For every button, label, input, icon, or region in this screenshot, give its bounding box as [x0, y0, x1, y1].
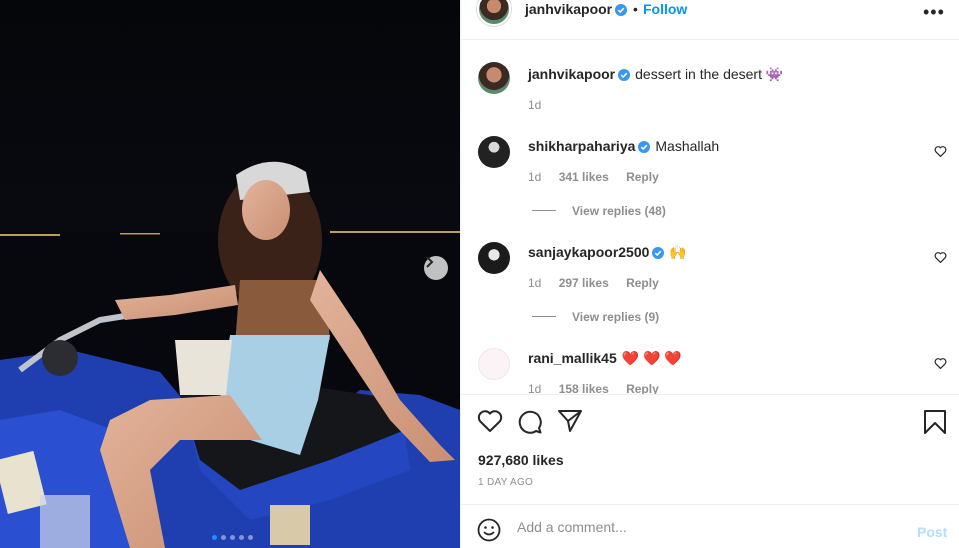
reply-button[interactable]: Reply	[626, 276, 659, 290]
comment-username[interactable]: sanjaykapoor2500	[528, 244, 649, 260]
comment-text: 🙌	[669, 244, 687, 260]
verified-badge-icon	[638, 140, 651, 156]
comment-likes[interactable]: 158 likes	[559, 382, 609, 394]
avatar[interactable]	[478, 242, 510, 274]
comment-age: 1d	[528, 276, 542, 290]
author-username: janhvikapoor	[525, 1, 613, 17]
comment-text: Mashallah	[655, 138, 720, 154]
post-comment-button[interactable]: Post	[917, 524, 947, 540]
comment-input[interactable]	[517, 517, 897, 537]
follow-button[interactable]: Follow	[643, 1, 687, 17]
comment-username[interactable]: rani_mallik45	[528, 350, 617, 366]
comment-line: rani_mallik45 ❤️ ❤️ ❤️	[528, 350, 682, 367]
carousel-dot	[221, 535, 226, 540]
carousel-dot	[239, 535, 244, 540]
view-replies-label: View replies (9)	[572, 310, 660, 324]
comment-line: sanjaykapoor2500 🙌	[528, 244, 687, 262]
separator-dot: •	[633, 1, 638, 17]
avatar[interactable]	[478, 136, 510, 168]
post-header: janhvikapoor • Follow •••	[461, 0, 959, 40]
add-comment-bar: Post	[461, 504, 959, 548]
replies-dash	[532, 316, 556, 317]
heart-outline-icon[interactable]	[934, 250, 947, 268]
caption-meta: 1d	[528, 98, 555, 112]
comment-text: ❤️ ❤️ ❤️	[621, 350, 682, 366]
verified-badge-icon	[652, 246, 665, 262]
post-timestamp[interactable]: 1 DAY AGO	[478, 477, 533, 488]
reply-button[interactable]: Reply	[626, 170, 659, 184]
avatar[interactable]	[477, 0, 511, 26]
caption-age: 1d	[528, 98, 542, 112]
comment-bubble-icon[interactable]	[517, 409, 543, 440]
paper-plane-icon[interactable]	[557, 409, 583, 438]
comment-meta: 1d 158 likes Reply	[528, 382, 673, 394]
comment-age: 1d	[528, 170, 542, 184]
heart-outline-icon[interactable]	[477, 409, 503, 438]
photo-illustration	[0, 0, 460, 548]
caption-text: dessert in the desert 👾	[635, 66, 784, 82]
smiley-icon[interactable]	[477, 518, 501, 547]
bookmark-icon[interactable]	[923, 409, 947, 440]
comment-likes[interactable]: 297 likes	[559, 276, 609, 290]
comment-username[interactable]: shikharpahariya	[528, 138, 635, 154]
carousel-dot	[212, 535, 217, 540]
comments-list[interactable]: janhvikapoor dessert in the desert 👾 1d s…	[461, 40, 959, 394]
caption-line: janhvikapoor dessert in the desert 👾	[528, 66, 783, 84]
post-photo[interactable]	[0, 0, 460, 548]
more-horizontal-icon[interactable]: •••	[923, 2, 945, 23]
avatar[interactable]	[478, 62, 510, 94]
avatar[interactable]	[478, 348, 510, 380]
post-actions: 927,680 likes 1 DAY AGO	[461, 394, 959, 504]
comment-likes[interactable]: 341 likes	[559, 170, 609, 184]
comment-meta: 1d 341 likes Reply	[528, 170, 673, 184]
view-replies-button[interactable]: View replies (48)	[532, 204, 666, 218]
caption-username[interactable]: janhvikapoor	[528, 66, 615, 82]
next-photo-button[interactable]	[424, 256, 448, 280]
carousel-dot	[248, 535, 253, 540]
carousel-dot	[230, 535, 235, 540]
verified-badge-icon	[618, 68, 631, 84]
heart-outline-icon[interactable]	[934, 356, 947, 374]
view-replies-label: View replies (48)	[572, 204, 666, 218]
reply-button[interactable]: Reply	[626, 382, 659, 394]
comment-meta: 1d 297 likes Reply	[528, 276, 673, 290]
replies-dash	[532, 210, 556, 211]
carousel-indicator	[212, 535, 253, 540]
comment-age: 1d	[528, 382, 542, 394]
heart-outline-icon[interactable]	[934, 144, 947, 162]
author-username-link[interactable]: janhvikapoor	[525, 1, 628, 21]
post-details-panel: janhvikapoor • Follow ••• janhvikapoor de…	[460, 0, 959, 548]
verified-badge-icon	[615, 3, 628, 21]
view-replies-button[interactable]: View replies (9)	[532, 310, 659, 324]
likes-count[interactable]: 927,680 likes	[478, 452, 564, 468]
comment-line: shikharpahariya Mashallah	[528, 138, 719, 156]
